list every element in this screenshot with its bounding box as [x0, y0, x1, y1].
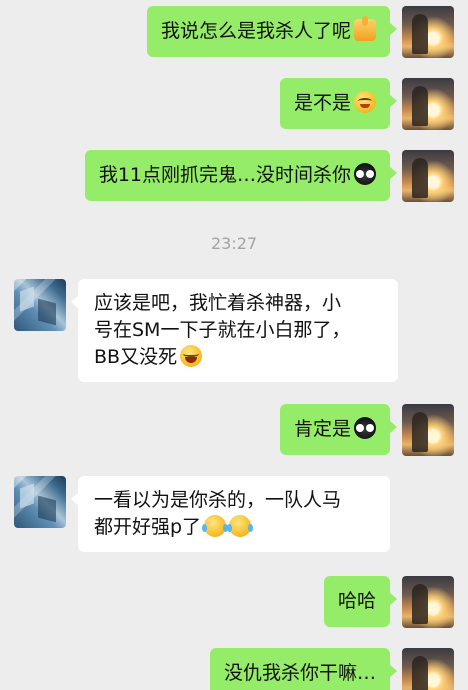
message-bubble[interactable]: 一看以为是你杀的，一队人马 都开好强p了	[71, 476, 390, 552]
message-text: 我11点刚抓完鬼…没时间杀你	[98, 164, 351, 186]
avatar[interactable]	[14, 279, 66, 331]
message-bubble[interactable]: 我说怎么是我杀人了呢	[146, 6, 398, 57]
message-bubble[interactable]: 肯定是	[279, 404, 398, 455]
avatar[interactable]	[402, 78, 454, 130]
message-row: 我说怎么是我杀人了呢	[0, 6, 468, 62]
chat-view: 我说怎么是我杀人了呢 是不是 我11点刚抓完鬼…没时间杀你 23:27 应该是吧…	[0, 0, 468, 690]
owl-icon	[354, 163, 376, 185]
message-text: 哈哈	[337, 590, 376, 612]
avatar[interactable]	[14, 476, 66, 528]
message-text-line: 应该是吧，我忙着杀神器，小	[94, 292, 342, 314]
avatar[interactable]	[402, 648, 454, 690]
message-bubble[interactable]: 应该是吧，我忙着杀神器，小 号在SM一下子就在小白那了， BB又没死	[71, 279, 398, 382]
thumbs-up-icon	[354, 16, 376, 41]
message-text: 我说怎么是我杀人了呢	[160, 20, 351, 42]
message-row: 一看以为是你杀的，一队人马 都开好强p了	[0, 476, 468, 556]
message-bubble[interactable]: 哈哈	[323, 576, 398, 627]
message-row: 我11点刚抓完鬼…没时间杀你	[0, 150, 468, 206]
message-bubble[interactable]: 没仇我杀你干嘛…	[209, 648, 398, 690]
laughing-icon	[180, 345, 203, 367]
avatar[interactable]	[402, 6, 454, 58]
crying-laughing-icon	[202, 515, 229, 537]
message-row: 没仇我杀你干嘛…	[0, 648, 468, 690]
avatar[interactable]	[402, 150, 454, 202]
owl-icon	[354, 417, 376, 439]
crying-laughing-icon	[227, 515, 254, 537]
message-text-line: BB又没死	[94, 346, 178, 368]
message-row: 应该是吧，我忙着杀神器，小 号在SM一下子就在小白那了， BB又没死	[0, 279, 468, 383]
message-text: 是不是	[293, 92, 351, 114]
message-text: 肯定是	[293, 418, 351, 440]
squint-grin-icon	[354, 91, 376, 113]
message-bubble[interactable]: 是不是	[279, 78, 398, 129]
message-text-line: 都开好强p了	[94, 516, 202, 538]
message-bubble[interactable]: 我11点刚抓完鬼…没时间杀你	[84, 150, 398, 201]
message-text-line: 号在SM一下子就在小白那了，	[94, 319, 351, 341]
message-row: 是不是	[0, 78, 468, 134]
timestamp: 23:27	[210, 234, 258, 253]
avatar[interactable]	[402, 404, 454, 456]
message-row: 肯定是	[0, 404, 468, 460]
message-text: 没仇我杀你干嘛…	[223, 662, 376, 684]
message-text-line: 一看以为是你杀的，一队人马	[94, 489, 342, 511]
avatar[interactable]	[402, 576, 454, 628]
message-row: 哈哈	[0, 576, 468, 632]
